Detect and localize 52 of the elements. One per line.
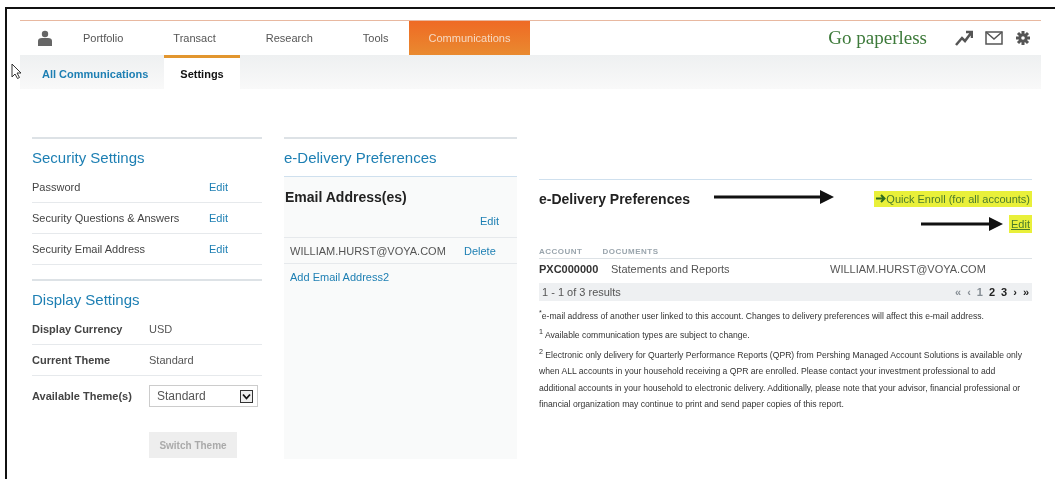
page-link[interactable]: 3 — [1001, 286, 1008, 298]
arrow-icon — [876, 194, 887, 203]
subnav-tab[interactable]: Settings — [164, 55, 240, 89]
results-count: 1 - 1 of 3 results — [542, 286, 621, 298]
edit-link[interactable]: Edit — [480, 215, 499, 227]
setting-value: Standard — [149, 354, 194, 366]
setting-label: Password — [32, 181, 82, 193]
email-address: WILLIAM.HURST@VOYA.COM — [290, 244, 447, 257]
edit-link[interactable]: Edit — [1009, 215, 1032, 233]
setting-label: Current Theme — [32, 354, 112, 366]
setting-label: Security Questions & Answers — [32, 212, 181, 224]
section-title: Display Settings — [32, 290, 141, 310]
chart-icon[interactable] — [955, 30, 973, 46]
nav-tab[interactable]: Tools — [332, 21, 409, 55]
cursor-icon — [11, 63, 22, 79]
delete-link[interactable]: Delete — [464, 244, 496, 257]
panel-title: Email Address(es) — [284, 188, 408, 205]
column-header: ACCOUNT — [539, 247, 583, 256]
arrow-icon — [921, 217, 1004, 231]
mail-icon[interactable] — [985, 31, 1003, 45]
nav-tab[interactable]: Research — [235, 21, 333, 55]
panel-title: e-Delivery Preferences — [539, 190, 690, 207]
page-link[interactable]: 2 — [988, 286, 996, 298]
nav-tab[interactable]: Portfolio — [53, 21, 144, 55]
account-cell-text: PXC000000 — [539, 263, 600, 275]
page-link[interactable]: › — [1013, 286, 1017, 298]
subnav-tab[interactable]: All Communications — [26, 55, 165, 89]
go-paperless-link[interactable]: Go paperless — [828, 27, 927, 49]
section-title: e-Delivery Preferences — [284, 148, 438, 168]
nav-tab[interactable]: Transact — [143, 21, 236, 55]
documents-cell-text: Statements and Reports — [611, 263, 731, 275]
edit-link[interactable]: Edit — [209, 181, 228, 193]
section-title: Security Settings — [32, 148, 146, 168]
edit-link[interactable]: Edit — [209, 212, 228, 224]
add-email-link[interactable]: Add Email Address2 — [290, 271, 390, 283]
quick-enroll-link[interactable]: Quick Enroll (for all accounts) — [874, 190, 1032, 207]
edit-link[interactable]: Edit — [209, 243, 228, 255]
setting-label: Display Currency — [32, 323, 124, 335]
footnote: $^{*}$e-mail address of another user linked to this account. Changes to delivery preferences will affect this e-mail address. — [539, 308, 985, 323]
setting-label: Security Email Address — [32, 243, 147, 255]
person-icon — [37, 30, 53, 46]
arrow-icon — [714, 190, 834, 204]
column-header: DOCUMENTS — [602, 247, 659, 256]
settings-icon[interactable] — [1015, 30, 1031, 46]
caret-icon — [240, 389, 253, 403]
footnote: $^{2}$ Electronic only delivery for Quarterly Performance Reports (QPR) from Pershing Managed Account Solutions is available only when ALL accounts in your household receiving a QPR are enrolled. Please contact your investment professional to add additional accounts in your household to electronic delivery. Additionally, please note that your advisor, financial professional or financial organization may continue to print and send paper copies of this report. — [539, 346, 1024, 412]
setting-value: USD — [149, 323, 173, 335]
page-link[interactable]: » — [1022, 286, 1029, 298]
email-cell: WILLIAM.HURST@VOYA.COM — [830, 263, 986, 275]
setting-label: Available Theme(s) — [32, 390, 133, 402]
theme-select[interactable]: Standard — [149, 385, 258, 407]
footnote: $^{1}$ Available communication types are subject to change. — [539, 327, 751, 343]
